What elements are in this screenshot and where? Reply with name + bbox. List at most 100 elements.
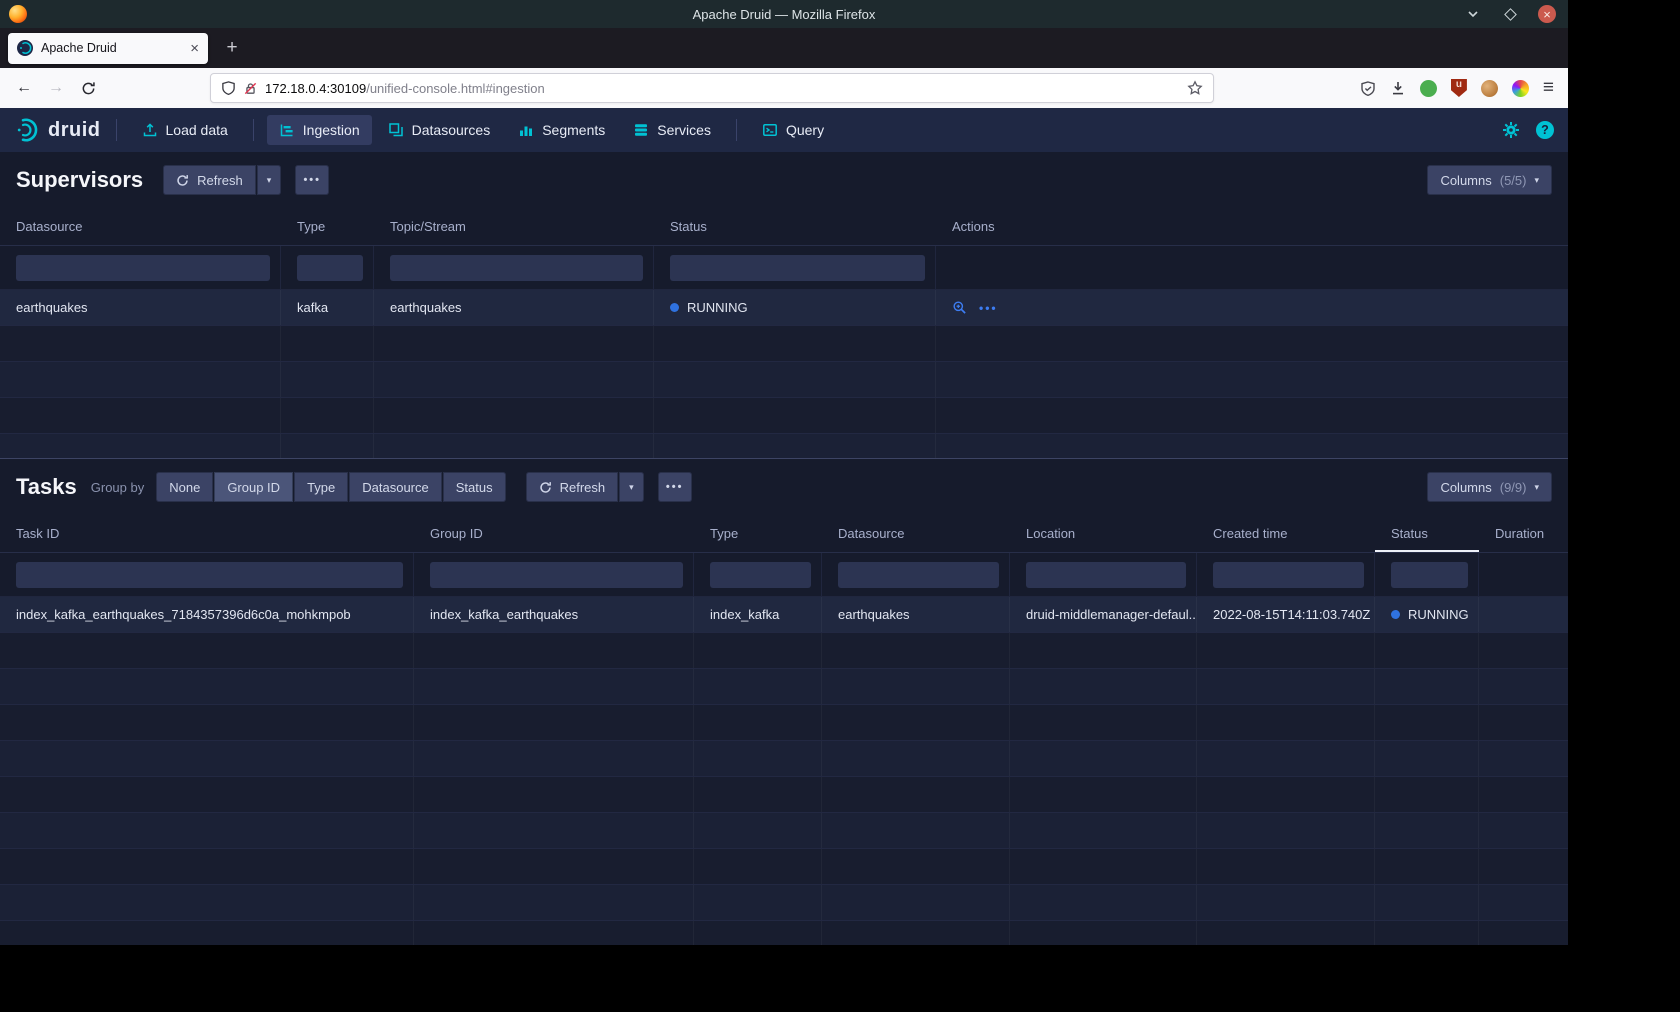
extension-green-icon[interactable] <box>1420 80 1437 97</box>
nav-datasources[interactable]: Datasources <box>376 115 503 145</box>
tasks-filter-status[interactable] <box>1391 562 1468 588</box>
tasks-col-location[interactable]: Location <box>1010 515 1197 552</box>
help-icon[interactable]: ? <box>1536 121 1554 139</box>
empty-cell <box>1375 705 1479 740</box>
bookmark-star-icon[interactable] <box>1187 80 1203 96</box>
extension-pinwheel-icon[interactable] <box>1512 80 1529 97</box>
tasks-filter-datasource[interactable] <box>838 562 999 588</box>
empty-cell <box>1197 741 1375 776</box>
task-created-time[interactable]: 2022-08-15T14:11:03.740Z <box>1197 597 1375 632</box>
tasks-col-type[interactable]: Type <box>694 515 822 552</box>
empty-row <box>0 434 1568 458</box>
close-window-button[interactable]: × <box>1538 5 1556 23</box>
empty-cell <box>654 398 936 433</box>
supervisor-type[interactable]: kafka <box>281 290 374 325</box>
supervisors-head: Supervisors Refresh ▾ ••• Columns (5/5) … <box>0 152 1568 208</box>
magnifier-icon[interactable] <box>952 300 967 315</box>
extension-brown-icon[interactable] <box>1481 80 1498 97</box>
group-by-type-button[interactable]: Type <box>294 472 348 502</box>
tasks-refresh-button[interactable]: Refresh <box>526 472 619 502</box>
tasks-col-duration[interactable]: Duration <box>1479 515 1568 552</box>
supervisor-row[interactable]: earthquakes kafka earthquakes RUNNING ••… <box>0 290 1568 326</box>
supervisors-col-topic[interactable]: Topic/Stream <box>374 208 654 245</box>
nav-services[interactable]: Services <box>621 115 723 145</box>
nav-ingestion[interactable]: Ingestion <box>267 115 372 145</box>
url-text[interactable]: 172.18.0.4:30109/unified-console.html#in… <box>265 81 1180 96</box>
task-id[interactable]: index_kafka_earthquakes_7184357396d6c0a_… <box>0 597 414 632</box>
tab-apache-druid[interactable]: Apache Druid × <box>8 33 208 64</box>
tasks-more-button[interactable]: ••• <box>658 472 692 502</box>
group-by-none-button[interactable]: None <box>156 472 213 502</box>
empty-cell <box>414 741 694 776</box>
tasks-col-group-id[interactable]: Group ID <box>414 515 694 552</box>
task-type[interactable]: index_kafka <box>694 597 822 632</box>
tasks-refresh-caret-button[interactable]: ▾ <box>619 472 644 502</box>
ublock-extension-icon[interactable]: u <box>1451 79 1467 97</box>
tasks-columns-button[interactable]: Columns (9/9) ▾ <box>1427 472 1552 502</box>
reload-button[interactable] <box>72 72 104 104</box>
menu-icon[interactable]: ≡ <box>1543 77 1554 99</box>
tasks-col-datasource[interactable]: Datasource <box>822 515 1010 552</box>
caret-down-icon: ▾ <box>629 482 634 493</box>
task-group-id[interactable]: index_kafka_earthquakes <box>414 597 694 632</box>
empty-cell <box>694 813 822 848</box>
task-row[interactable]: index_kafka_earthquakes_7184357396d6c0a_… <box>0 597 1568 633</box>
tasks-col-created-time[interactable]: Created time <box>1197 515 1375 552</box>
supervisors-col-datasource[interactable]: Datasource <box>0 208 281 245</box>
group-by-group-id-button[interactable]: Group ID <box>214 472 293 502</box>
maximize-button[interactable] <box>1501 5 1519 23</box>
supervisors-filter-topic[interactable] <box>390 255 643 281</box>
nav-load-data[interactable]: Load data <box>130 115 240 145</box>
tasks-head: Tasks Group by None Group ID Type Dataso… <box>0 459 1568 515</box>
supervisors-columns-label: Columns <box>1440 173 1491 188</box>
empty-cell <box>694 777 822 812</box>
supervisor-topic[interactable]: earthquakes <box>374 290 654 325</box>
filter-cell <box>654 246 936 289</box>
supervisors-refresh-button[interactable]: Refresh <box>163 165 256 195</box>
tasks-filter-created-time[interactable] <box>1213 562 1364 588</box>
task-datasource[interactable]: earthquakes <box>822 597 1010 632</box>
nav-segments[interactable]: Segments <box>506 115 617 145</box>
tasks-filter-location[interactable] <box>1026 562 1186 588</box>
group-by-datasource-button[interactable]: Datasource <box>349 472 441 502</box>
tab-close-icon[interactable]: × <box>190 41 199 56</box>
supervisors-columns-count: (5/5) <box>1500 173 1527 188</box>
empty-cell <box>1197 813 1375 848</box>
supervisors-refresh-caret-button[interactable]: ▾ <box>257 165 282 195</box>
shield-check-icon[interactable] <box>1360 80 1376 97</box>
tasks-filter-task-id[interactable] <box>16 562 403 588</box>
supervisors-col-type[interactable]: Type <box>281 208 374 245</box>
empty-cell <box>1375 921 1479 945</box>
supervisors-filter-datasource[interactable] <box>16 255 270 281</box>
minimize-button[interactable] <box>1464 5 1482 23</box>
nav-query[interactable]: Query <box>750 115 836 145</box>
supervisors-columns-button[interactable]: Columns (5/5) ▾ <box>1427 165 1552 195</box>
supervisors-more-button[interactable]: ••• <box>295 165 329 195</box>
group-by-status-button[interactable]: Status <box>443 472 506 502</box>
shield-icon[interactable] <box>221 80 236 96</box>
empty-cell <box>1479 741 1568 776</box>
tasks-col-status[interactable]: Status <box>1375 515 1479 552</box>
tasks-filter-type[interactable] <box>710 562 811 588</box>
tasks-col-task-id[interactable]: Task ID <box>0 515 414 552</box>
tasks-filter-group-id[interactable] <box>430 562 683 588</box>
new-tab-button[interactable]: + <box>217 33 247 63</box>
group-by-label: Group by <box>91 480 144 495</box>
druid-logo[interactable]: druid <box>14 117 101 143</box>
supervisor-status[interactable]: RUNNING <box>654 290 936 325</box>
url-bar[interactable]: 172.18.0.4:30109/unified-console.html#in… <box>210 73 1214 103</box>
empty-cell <box>1375 777 1479 812</box>
downloads-icon[interactable] <box>1390 80 1406 96</box>
supervisor-datasource[interactable]: earthquakes <box>0 290 281 325</box>
task-location[interactable]: druid-middlemanager-defaul... <box>1010 597 1197 632</box>
insecure-lock-icon[interactable] <box>243 81 258 96</box>
supervisors-refresh-split: Refresh ▾ <box>163 165 281 195</box>
empty-cell <box>822 705 1010 740</box>
settings-gear-icon[interactable] <box>1502 121 1520 139</box>
supervisors-filter-status[interactable] <box>670 255 925 281</box>
supervisors-filter-type[interactable] <box>297 255 363 281</box>
task-status[interactable]: RUNNING <box>1375 597 1479 632</box>
back-button[interactable]: ← <box>8 72 40 104</box>
supervisors-col-status[interactable]: Status <box>654 208 936 245</box>
row-more-actions-icon[interactable]: ••• <box>979 301 998 315</box>
